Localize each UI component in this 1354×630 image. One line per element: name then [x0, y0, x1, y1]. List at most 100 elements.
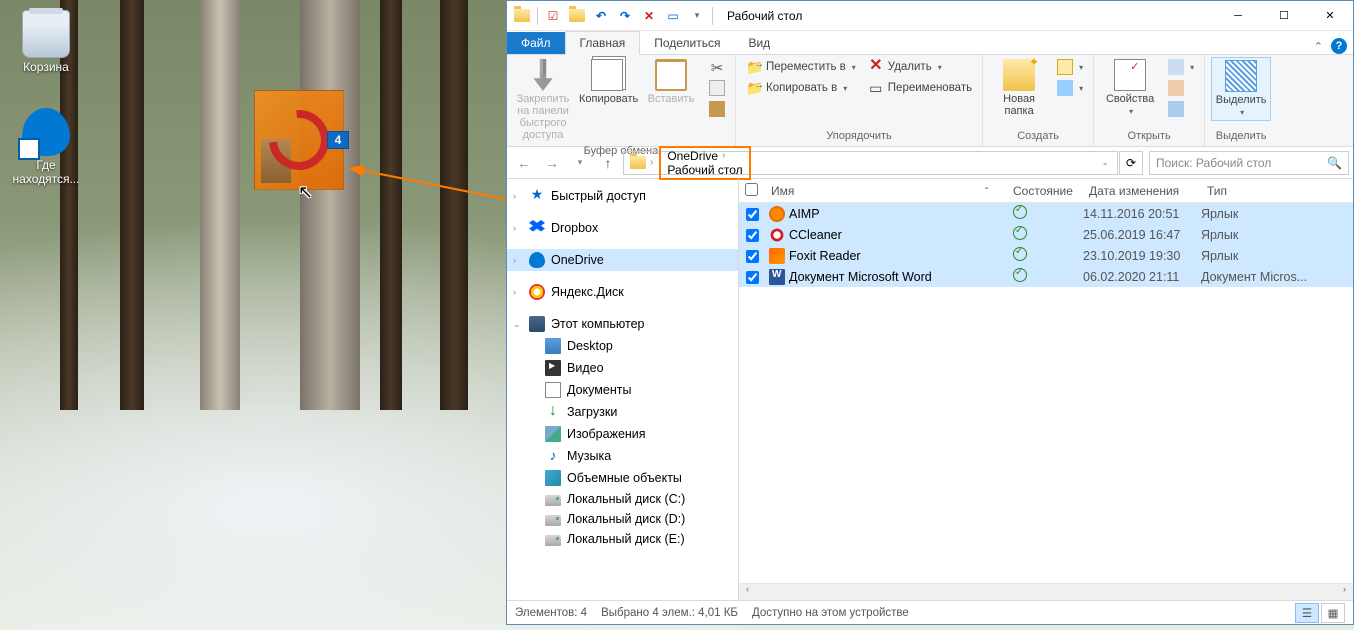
file-type: Ярлык — [1201, 207, 1353, 221]
move-to-button[interactable]: Переместить в▾ — [742, 57, 860, 77]
history-button[interactable] — [1164, 99, 1198, 119]
qat-dropdown[interactable]: ▾ — [686, 5, 708, 27]
navigation-pane[interactable]: ›★Быстрый доступ ›Dropbox ›OneDrive ›Янд… — [507, 179, 739, 600]
paste-shortcut-button[interactable] — [705, 99, 729, 119]
properties-button[interactable]: Свойства▾ — [1100, 57, 1160, 119]
minimize-button[interactable]: ─ — [1215, 1, 1261, 31]
onedrive-icon — [22, 108, 70, 156]
ribbon-collapse-icon[interactable]: ⌃ — [1314, 40, 1323, 53]
delete-button[interactable]: ✕Удалить▾ — [864, 57, 976, 77]
file-name: AIMP — [789, 207, 820, 221]
nav-downloads[interactable]: ↓Загрузки — [507, 401, 738, 423]
desktop-icon — [545, 338, 561, 354]
music-icon: ♪ — [545, 448, 561, 464]
column-name[interactable]: Имя⌃ — [765, 184, 1007, 198]
ribbon-group-open: Открыть — [1100, 128, 1198, 144]
tab-file[interactable]: Файл — [507, 32, 565, 54]
yandex-disk-icon — [529, 284, 545, 300]
nav-videos[interactable]: Видео — [507, 357, 738, 379]
easy-access-button[interactable]: ▾ — [1053, 78, 1087, 98]
breadcrumb-onedrive[interactable]: OneDrive› — [663, 149, 746, 163]
edit-button[interactable] — [1164, 78, 1198, 98]
file-row[interactable]: Документ Microsoft Word06.02.2020 21:11Д… — [739, 266, 1353, 287]
copy-path-icon — [709, 80, 725, 96]
tab-share[interactable]: Поделиться — [640, 32, 734, 54]
nav-onedrive[interactable]: ›OneDrive — [507, 249, 738, 271]
scroll-left-button[interactable]: ‹ — [739, 584, 756, 601]
pin-to-quick-access-button[interactable]: Закрепить на панели быстрого доступа — [513, 57, 573, 143]
address-dropdown-icon[interactable]: ⌄ — [1095, 157, 1115, 168]
search-input[interactable]: Поиск: Рабочий стол 🔍 — [1149, 151, 1349, 175]
breadcrumb-desktop[interactable]: Рабочий стол — [663, 163, 746, 177]
rename-button[interactable]: ▭Переименовать — [864, 78, 976, 98]
status-bar: Элементов: 4 Выбрано 4 элем.: 4,01 КБ До… — [507, 600, 1353, 624]
nav-dropbox[interactable]: ›Dropbox — [507, 217, 738, 239]
desktop-icon-onedrive-location[interactable]: Где находятся... — [8, 108, 84, 186]
dropbox-icon — [529, 220, 545, 236]
pc-icon — [529, 316, 545, 332]
nav-music[interactable]: ♪Музыка — [507, 445, 738, 467]
select-button[interactable]: Выделить▾ — [1211, 57, 1271, 121]
maximize-button[interactable]: ☐ — [1261, 1, 1307, 31]
row-checkbox[interactable] — [739, 206, 765, 220]
nav-recent-button[interactable]: ▾ — [567, 150, 593, 176]
open-button[interactable]: ▾ — [1164, 57, 1198, 77]
qat-redo[interactable]: ↷ — [614, 5, 636, 27]
nav-quick-access[interactable]: ›★Быстрый доступ — [507, 185, 738, 207]
file-type: Ярлык — [1201, 249, 1353, 263]
tab-home[interactable]: Главная — [565, 31, 641, 55]
tab-view[interactable]: Вид — [734, 32, 784, 54]
column-checkbox[interactable] — [739, 183, 765, 199]
file-list[interactable]: AIMP14.11.2016 20:51ЯрлыкCCleaner25.06.2… — [739, 203, 1353, 583]
status-selection: Выбрано 4 элем.: 4,01 КБ — [601, 607, 738, 619]
file-row[interactable]: Foxit Reader23.10.2019 19:30Ярлык — [739, 245, 1353, 266]
paste-button[interactable]: Вставить — [641, 57, 701, 107]
nav-drive-c[interactable]: Локальный диск (C:) — [507, 489, 738, 509]
new-folder-button[interactable]: Новая папка — [989, 57, 1049, 119]
column-state[interactable]: Состояние — [1007, 184, 1083, 198]
column-type[interactable]: Тип — [1201, 184, 1353, 198]
breadcrumb-root[interactable]: › — [626, 156, 659, 169]
pictures-icon — [545, 426, 561, 442]
view-icons-button[interactable]: ▦ — [1321, 603, 1345, 623]
nav-3d-objects[interactable]: Объемные объекты — [507, 467, 738, 489]
qat-properties[interactable]: ☑ — [542, 5, 564, 27]
nav-documents[interactable]: Документы — [507, 379, 738, 401]
nav-up-button[interactable]: ↑ — [595, 150, 621, 176]
qat-delete[interactable]: ✕ — [638, 5, 660, 27]
help-icon[interactable]: ? — [1331, 38, 1347, 54]
nav-pictures[interactable]: Изображения — [507, 423, 738, 445]
row-checkbox[interactable] — [739, 227, 765, 241]
new-item-button[interactable]: ▾ — [1053, 57, 1087, 77]
row-checkbox[interactable] — [739, 269, 765, 283]
nav-yandex-disk[interactable]: ›Яндекс.Диск — [507, 281, 738, 303]
copy-button[interactable]: Копировать — [577, 57, 637, 107]
scroll-right-button[interactable]: › — [1336, 584, 1353, 601]
copy-path-button[interactable] — [705, 78, 729, 98]
nav-back-button[interactable]: ← — [511, 150, 537, 176]
horizontal-scrollbar[interactable]: ‹ › — [739, 583, 1353, 600]
desktop-icon-recycle-bin[interactable]: Корзина — [8, 10, 84, 74]
titlebar[interactable]: ☑ ↶ ↷ ✕ ▭ ▾ Рабочий стол ─ ☐ ✕ — [507, 1, 1353, 31]
close-button[interactable]: ✕ — [1307, 1, 1353, 31]
cut-button[interactable]: ✂ — [705, 57, 729, 77]
nav-forward-button[interactable]: → — [539, 150, 565, 176]
refresh-button[interactable]: ⟳ — [1119, 151, 1143, 175]
file-date: 25.06.2019 16:47 — [1083, 228, 1201, 242]
row-checkbox[interactable] — [739, 248, 765, 262]
copy-to-button[interactable]: Копировать в▾ — [742, 78, 860, 98]
nav-drive-d[interactable]: Локальный диск (D:) — [507, 509, 738, 529]
view-details-button[interactable]: ☰ — [1295, 603, 1319, 623]
file-row[interactable]: AIMP14.11.2016 20:51Ярлык — [739, 203, 1353, 224]
nav-this-pc[interactable]: ⌄Этот компьютер — [507, 313, 738, 335]
app-icon — [511, 5, 533, 27]
address-box[interactable]: › OneDrive› Рабочий стол ⌄ — [623, 151, 1118, 175]
qat-new-folder[interactable] — [566, 5, 588, 27]
file-row[interactable]: CCleaner25.06.2019 16:47Ярлык — [739, 224, 1353, 245]
nav-desktop[interactable]: Desktop — [507, 335, 738, 357]
qat-undo[interactable]: ↶ — [590, 5, 612, 27]
column-modified[interactable]: Дата изменения — [1083, 184, 1201, 198]
ribbon-group-new: Создать — [989, 128, 1087, 144]
nav-drive-e[interactable]: Локальный диск (E:) — [507, 529, 738, 549]
qat-rename[interactable]: ▭ — [662, 5, 684, 27]
